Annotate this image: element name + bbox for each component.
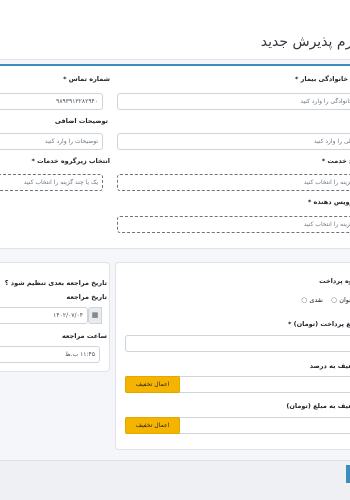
- amount-input[interactable]: [125, 335, 350, 352]
- service-select[interactable]: یک گزینه را انتخاب کنید: [117, 174, 350, 191]
- radio-other-circle: ○: [331, 296, 338, 304]
- phone-label: شماره تماس *: [63, 75, 110, 83]
- family-name-label: نام خانوادگی بیمار *: [294, 75, 350, 83]
- amount-label: مبلغ پرداخت (تومان) *: [287, 320, 350, 328]
- subgroup-select[interactable]: یک یا چند گزینه را انتخاب کنید: [0, 174, 103, 191]
- page-header: [0, 0, 350, 60]
- apply-amount-discount-button[interactable]: اعمال تخفیف: [125, 417, 180, 434]
- visit-date-input[interactable]: ۱۴۰۲/۰۷/۰۴: [0, 307, 88, 324]
- amount-discount-label: تخفیف به مبلغ (تومان): [286, 402, 350, 410]
- payment-method-label: نحوه پرداخت: [319, 277, 350, 285]
- family-name-input[interactable]: نام خانوادگی را وارد کنید: [117, 93, 350, 110]
- form-footer: [0, 460, 350, 500]
- service-label: نوع خدمت *: [321, 157, 350, 165]
- radio-other[interactable]: عنوان ○: [331, 296, 350, 304]
- page-title: فرم پذیرش جدید: [260, 34, 350, 50]
- visit-time-input[interactable]: ۱۱:۴۵ ب.ظ: [0, 346, 100, 363]
- phone-input[interactable]: ۹۸۹۳۹۱۳۲۸۲۹۴۰: [0, 93, 103, 110]
- radio-cash[interactable]: نقدی ○: [301, 296, 323, 304]
- national-id-input[interactable]: کد ملی را وارد کنید: [117, 133, 350, 150]
- visit-date-label: تاریخ مراجعه: [66, 293, 107, 301]
- provider-select[interactable]: یک گزینه را انتخاب کنید: [117, 216, 350, 233]
- percent-discount-label: تخفیف به درصد: [309, 362, 350, 370]
- subgroup-label: انتخاب زیرگروه خدمات *: [31, 157, 110, 165]
- notes-label: توضیحات اضافی: [54, 117, 108, 125]
- next-visit-question: تاریخ مراجعه بعدی تنظیم شود ؟: [4, 279, 107, 287]
- radio-cash-label: نقدی: [309, 296, 323, 304]
- submit-button[interactable]: [346, 465, 350, 483]
- apply-percent-discount-button[interactable]: اعمال تخفیف: [125, 376, 180, 393]
- radio-other-label: عنوان: [339, 296, 350, 304]
- visit-time-label: ساعت مراجعه: [61, 332, 107, 340]
- calendar-icon[interactable]: ▦: [88, 307, 102, 324]
- notes-input[interactable]: توضیحات را وارد کنید: [0, 133, 103, 150]
- radio-cash-circle: ○: [301, 296, 308, 304]
- provider-label: سرویس دهنده *: [307, 198, 350, 206]
